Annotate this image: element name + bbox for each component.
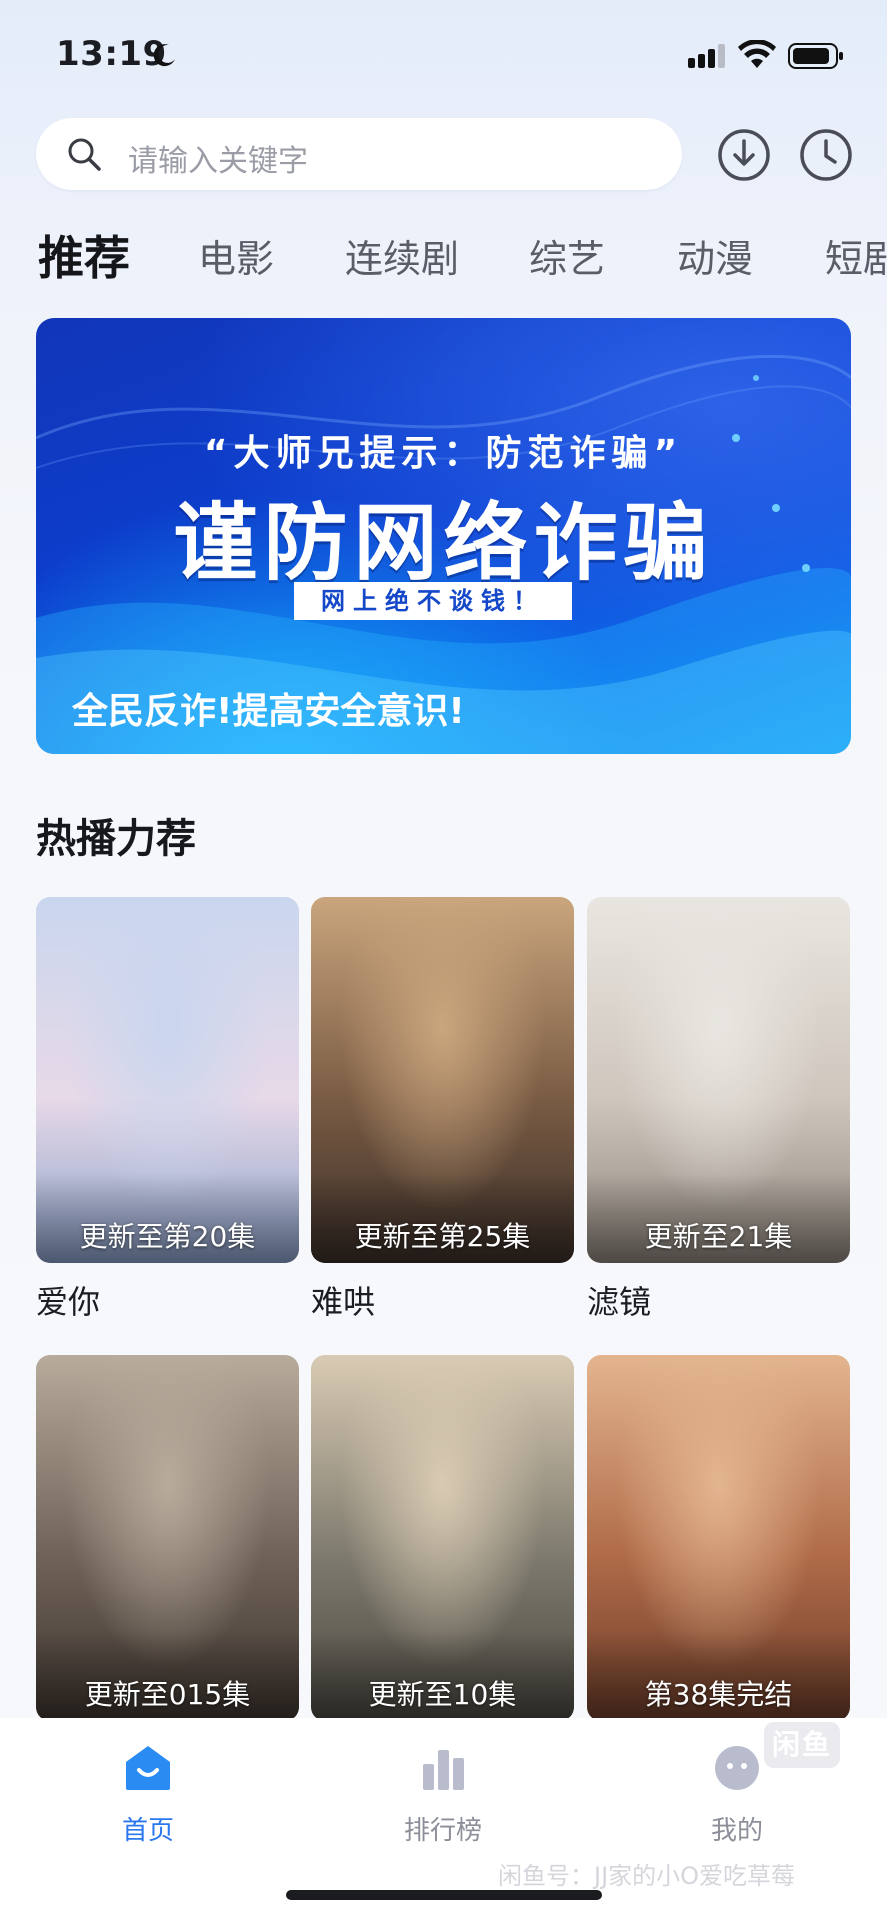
poster-image: 更新至第20集	[36, 897, 299, 1263]
poster-title: 爱你	[36, 1283, 101, 1321]
history-icon[interactable]	[799, 128, 853, 182]
tab-short-drama[interactable]: 短剧	[825, 228, 887, 283]
moon-icon	[153, 44, 175, 67]
search-icon	[68, 138, 101, 171]
nav-label-profile: 我的	[710, 1816, 763, 1846]
category-tabs: 推荐 电影 连续剧 综艺 动漫 短剧	[0, 222, 887, 286]
poster-card[interactable]: 第38集完结	[587, 1355, 850, 1721]
nav-label-ranking: 排行榜	[403, 1816, 482, 1846]
cellular-signal-icon	[688, 44, 725, 68]
tab-movies[interactable]: 电影	[198, 228, 274, 283]
poster-image: 第38集完结	[587, 1355, 850, 1721]
tab-series[interactable]: 连续剧	[345, 228, 459, 283]
home-indicator[interactable]	[286, 1890, 602, 1900]
wifi-icon	[738, 40, 776, 68]
episode-badge: 更新至10集	[368, 1678, 517, 1711]
profile-icon	[715, 1746, 759, 1790]
watermark-logo: 闲鱼	[764, 1722, 840, 1768]
episode-badge: 第38集完结	[644, 1678, 793, 1711]
poster-image: 更新至第25集	[311, 897, 574, 1263]
poster-image: 更新至015集	[36, 1355, 299, 1721]
section-title: 热播力荐	[36, 816, 196, 862]
episode-badge: 更新至21集	[644, 1220, 793, 1253]
home-icon	[126, 1746, 170, 1790]
poster-card[interactable]: 更新至21集滤镜	[587, 897, 850, 1323]
watermark-text: 闲鱼号：JJ家的小O爱吃草莓	[498, 1862, 796, 1890]
download-icon[interactable]	[717, 128, 771, 182]
banner-kicker: “大师兄提示：防范诈骗”	[203, 433, 684, 474]
search-placeholder: 请输入关键字	[128, 144, 308, 179]
banner-headline: 谨防网络诈骗	[173, 494, 714, 592]
search-input[interactable]: 请输入关键字	[36, 118, 682, 190]
tab-anime[interactable]: 动漫	[677, 228, 753, 283]
poster-card[interactable]: 更新至10集	[311, 1355, 574, 1721]
tab-recommend[interactable]: 推荐	[38, 222, 130, 286]
nav-label-home: 首页	[121, 1816, 174, 1846]
poster-card[interactable]: 更新至第25集难哄	[311, 897, 574, 1323]
episode-badge: 更新至第25集	[354, 1220, 531, 1253]
status-bar: 13:19	[0, 0, 887, 110]
tab-variety[interactable]: 综艺	[529, 228, 605, 283]
episode-badge: 更新至015集	[84, 1678, 251, 1711]
nav-item-home[interactable]: 首页	[48, 1718, 248, 1868]
poster-title: 滤镜	[587, 1283, 652, 1321]
nav-item-ranking[interactable]: 排行榜	[343, 1718, 543, 1868]
banner-footer: 全民反诈!提高安全意识!	[72, 691, 465, 732]
poster-card[interactable]: 更新至015集	[36, 1355, 299, 1721]
battery-icon	[788, 43, 843, 69]
episode-badge: 更新至第20集	[79, 1220, 256, 1253]
poster-image: 更新至21集	[587, 897, 850, 1263]
ranking-icon	[423, 1750, 464, 1790]
status-time: 13:19	[56, 34, 167, 74]
poster-card[interactable]: 更新至第20集爱你	[36, 897, 299, 1323]
promo-banner[interactable]: “大师兄提示：防范诈骗” 谨防网络诈骗 网上绝不谈钱！ 全民反诈!提高安全意识!	[36, 318, 851, 754]
banner-tag: 网上绝不谈钱！	[294, 582, 572, 620]
poster-image: 更新至10集	[311, 1355, 574, 1721]
poster-title: 难哄	[311, 1283, 376, 1321]
